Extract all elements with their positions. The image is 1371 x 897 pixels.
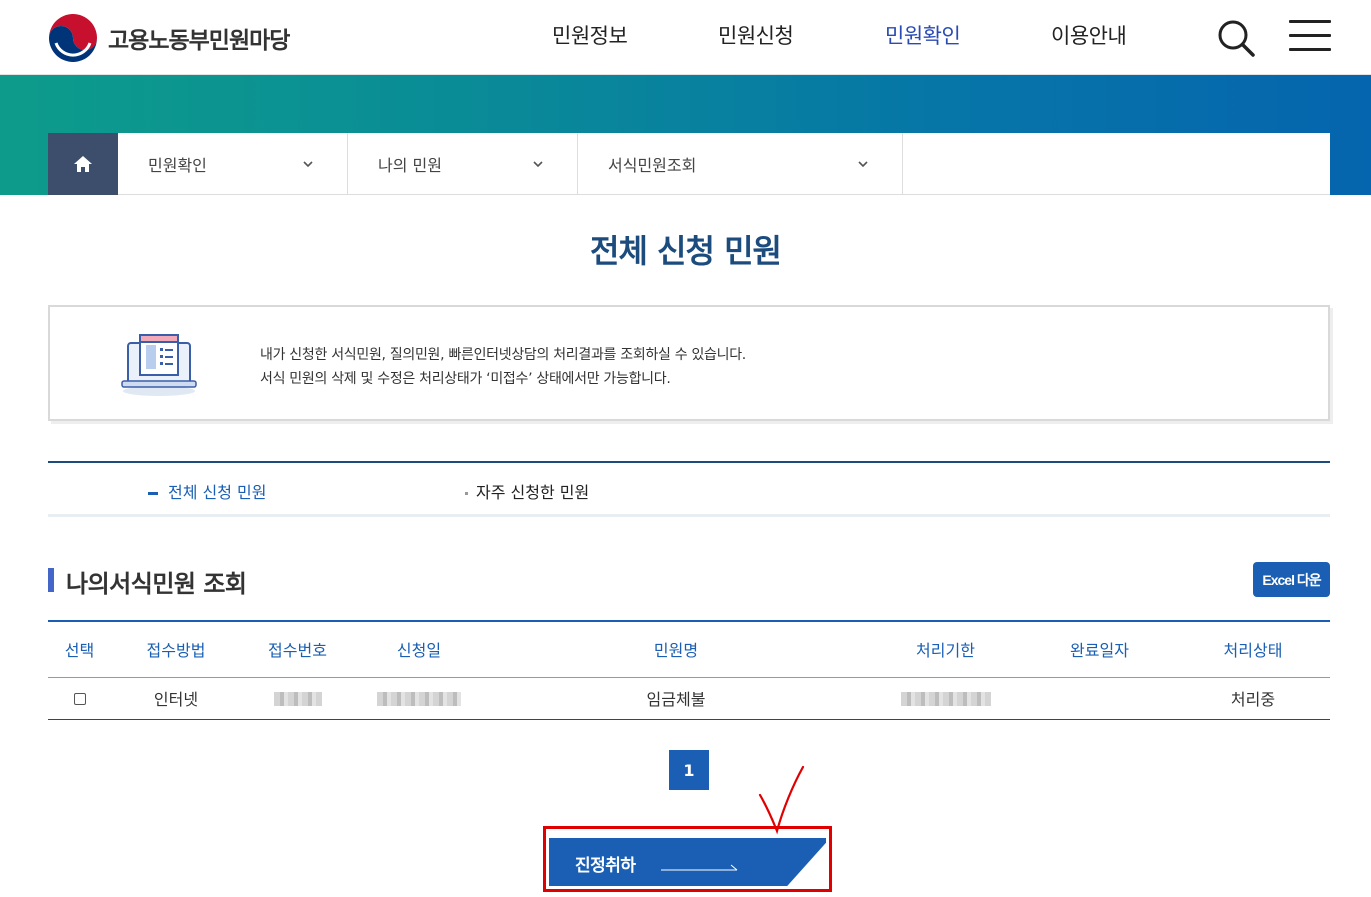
row-method: 인터넷: [111, 677, 241, 720]
search-icon[interactable]: [1217, 19, 1255, 57]
handwritten-check-mark-icon: [758, 765, 805, 835]
col-header-civil-name: 민원명: [484, 621, 868, 678]
col-header-apply-date: 신청일: [354, 621, 484, 678]
content-tabs: 전체 신청 민원 자주 신청한 민원: [48, 461, 1330, 517]
breadcrumb-item-label: 서식민원조회: [608, 156, 697, 175]
tab-frequent-applications[interactable]: 자주 신청한 민원: [465, 479, 589, 503]
tab-all-applications[interactable]: 전체 신청 민원: [148, 479, 267, 503]
nav-item-civil-check[interactable]: 민원확인: [885, 20, 961, 50]
row-status: 처리중: [1176, 677, 1330, 720]
site-logo-text: 고용노동부민원마당: [108, 28, 290, 54]
info-text-line: 서식 민원의 삭제 및 수정은 처리상태가 ‘미접수’ 상태에서만 가능합니다.: [260, 371, 671, 387]
col-header-receipt-number: 접수번호: [241, 621, 354, 678]
table-row: 인터넷 임금체불 처리중: [48, 677, 1330, 720]
laptop-document-icon: [121, 334, 197, 396]
breadcrumb-item-label: 민원확인: [148, 156, 207, 175]
bullet-dot-icon: [465, 492, 468, 495]
active-tab-dash-icon: [148, 492, 158, 495]
chevron-down-icon: [303, 161, 313, 168]
excel-download-button[interactable]: Excel 다운: [1253, 562, 1330, 597]
info-box: 내가 신청한 서식민원, 질의민원, 빠른인터넷상담의 처리결과를 조회하실 수…: [48, 305, 1330, 421]
tab-label: 자주 신청한 민원: [476, 483, 590, 502]
site-logo[interactable]: 고용노동부민원마당: [48, 13, 290, 63]
withdraw-complaint-button[interactable]: 진정취하: [549, 838, 826, 886]
row-select-cell: [48, 677, 111, 720]
row-apply-date-redacted: [354, 677, 484, 720]
withdraw-complaint-label: 진정취하: [575, 856, 636, 876]
breadcrumb-home-button[interactable]: [48, 133, 118, 195]
row-civil-name[interactable]: 임금체불: [484, 677, 868, 720]
col-header-method: 접수방법: [111, 621, 241, 678]
nav-item-civil-apply[interactable]: 민원신청: [718, 20, 794, 50]
nav-item-guide[interactable]: 이용안내: [1051, 20, 1127, 50]
table-header-row: 선택 접수방법 접수번호 신청일 민원명 처리기한 완료일자 처리상태: [48, 621, 1330, 678]
chevron-down-icon: [858, 161, 868, 168]
redacted-value: [377, 692, 461, 706]
col-header-status: 처리상태: [1176, 621, 1330, 678]
home-icon: [74, 156, 92, 172]
site-header: 고용노동부민원마당 민원정보 민원신청 민원확인 이용안내: [0, 0, 1371, 75]
breadcrumb-item-civil-check[interactable]: 민원확인: [118, 133, 348, 195]
col-header-deadline: 처리기한: [868, 621, 1023, 678]
row-select-checkbox[interactable]: [73, 693, 86, 705]
row-deadline-redacted: [868, 677, 1023, 720]
taegeuk-logo-icon: [49, 14, 97, 62]
hamburger-menu-icon[interactable]: [1289, 20, 1331, 52]
breadcrumb: 민원확인 나의 민원 서식민원조회: [48, 133, 1330, 195]
col-header-complete-date: 완료일자: [1023, 621, 1176, 678]
redacted-value: [900, 692, 991, 706]
nav-item-civil-info[interactable]: 민원정보: [552, 20, 628, 50]
breadcrumb-item-label: 나의 민원: [378, 156, 442, 175]
row-receipt-number-redacted: [241, 677, 354, 720]
chevron-down-icon: [533, 161, 543, 168]
highlight-box: 진정취하: [543, 826, 832, 892]
info-text: 내가 신청한 서식민원, 질의민원, 빠른인터넷상담의 처리결과를 조회하실 수…: [260, 343, 746, 391]
section-title: 나의서식민원 조회: [48, 564, 247, 599]
breadcrumb-item-my-civil[interactable]: 나의 민원: [348, 133, 578, 195]
col-header-select: 선택: [48, 621, 111, 678]
page-title: 전체 신청 민원: [590, 232, 782, 270]
civil-application-table: 선택 접수방법 접수번호 신청일 민원명 처리기한 완료일자 처리상태 인터넷 …: [48, 620, 1330, 720]
breadcrumb-item-form-civil-search[interactable]: 서식민원조회: [578, 133, 903, 195]
tab-label: 전체 신청 민원: [168, 483, 267, 502]
arrow-right-icon: [661, 864, 738, 871]
redacted-value: [273, 692, 322, 706]
pagination-current-page[interactable]: 1: [669, 750, 709, 790]
row-complete-date: [1023, 677, 1176, 720]
info-text-line: 내가 신청한 서식민원, 질의민원, 빠른인터넷상담의 처리결과를 조회하실 수…: [260, 347, 746, 363]
